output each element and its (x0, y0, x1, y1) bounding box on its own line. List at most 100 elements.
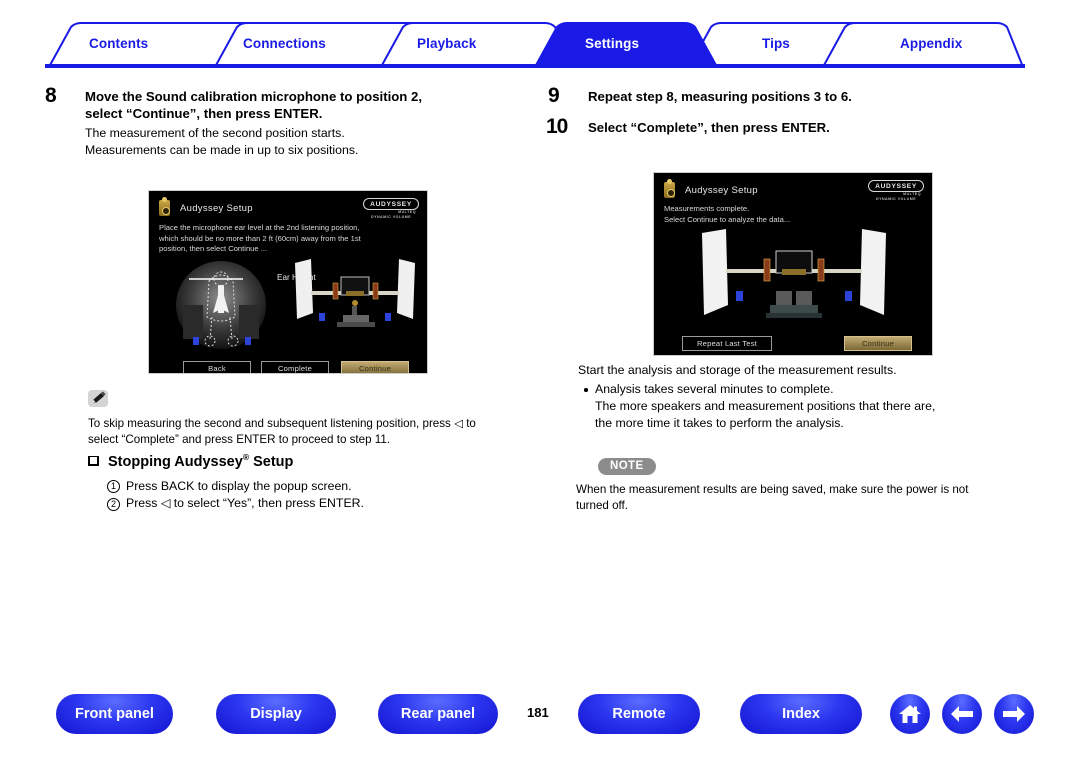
stopping-audyssey-heading-text: Stopping Audyssey® Setup (108, 452, 293, 470)
pencil-note-block: To skip measuring the second and subsequ… (88, 390, 476, 447)
list-item: 1 Press BACK to display the popup screen… (107, 478, 364, 496)
circled-number-2: 2 (107, 497, 120, 511)
osd1-message-line2: which should be no more than 2 ft (60cm)… (159, 233, 361, 243)
tab-connections[interactable]: Connections (243, 36, 326, 51)
step-9-number: 9 (548, 84, 560, 107)
osd2-title: Audyssey Setup (685, 184, 758, 196)
tab-bar-underline (45, 64, 1025, 68)
audyssey-logo-2-sub1: MULTEQ (903, 192, 921, 196)
footer-remote-button[interactable]: Remote (578, 694, 700, 734)
audyssey-logo-2: AUDYSSEY MULTEQ DYNAMIC VOLUME (868, 180, 924, 201)
footer-front-panel-button[interactable]: Front panel (56, 694, 173, 734)
stopping-audyssey-steps: 1 Press BACK to display the popup screen… (88, 478, 364, 513)
room-speaker-layout-diagram-2 (702, 229, 886, 318)
home-icon[interactable] (890, 694, 930, 734)
stopping-audyssey-heading-main: Stopping Audyssey (108, 453, 243, 470)
osd1-message-line3: position, then select Continue ... (159, 244, 268, 253)
osd1-header: Audyssey Setup (159, 197, 253, 216)
step-8-number: 8 (45, 84, 57, 107)
note-block: NOTE When the measurement results are be… (576, 456, 968, 513)
tab-playback[interactable]: Playback (417, 36, 476, 51)
audyssey-logo-2-sub2: DYNAMIC VOLUME (875, 196, 917, 201)
step-10-title: Select “Complete”, then press ENTER. (588, 120, 830, 135)
note-line1: When the measurement results are being s… (576, 483, 969, 496)
osd1-title: Audyssey Setup (180, 202, 253, 214)
osd1-message: Place the microphone ear level at the 2n… (159, 223, 361, 255)
left-content-column: 8 Move the Sound calibration microphone … (45, 84, 545, 165)
list-item: 2 Press ◁ to select “Yes”, then press EN… (107, 495, 364, 513)
tab-settings[interactable]: Settings (585, 36, 639, 51)
osd2-message-line1: Measurements complete. (664, 204, 750, 213)
tab-tips[interactable]: Tips (762, 36, 790, 51)
stopping-audyssey-section: Stopping Audyssey® Setup 1 Press BACK to… (88, 452, 364, 513)
audyssey-logo-1-sub1: MULTEQ (398, 210, 416, 214)
stopping-audyssey-heading-tail: Setup (249, 453, 294, 470)
stopping-step-2-text: Press ◁ to select “Yes”, then press ENTE… (126, 496, 364, 511)
osd1-message-line1: Place the microphone ear level at the 2n… (159, 223, 360, 232)
list-item: Analysis takes several minutes to comple… (584, 381, 936, 432)
page-number: 181 (527, 705, 549, 720)
right-content-column: 9 Repeat step 8, measuring positions 3 t… (546, 84, 1038, 142)
arrow-right-icon-glyph (1003, 706, 1025, 722)
circled-number-1: 1 (107, 480, 120, 494)
bullet-dot-icon (584, 388, 588, 392)
osd1-complete-button[interactable]: Complete (261, 361, 329, 373)
main-tab-bar[interactable]: Contents Connections Playback Settings T… (45, 22, 1025, 68)
pencil-icon (88, 390, 108, 407)
footer-navigation[interactable]: Front panel Display Rear panel 181 Remot… (0, 694, 1080, 738)
pencil-note-text: To skip measuring the second and subsequ… (88, 416, 476, 447)
step-10-number: 10 (546, 115, 568, 138)
step-9-title: Repeat step 8, measuring positions 3 to … (588, 89, 852, 104)
osd2-continue-button[interactable]: Continue (844, 336, 912, 351)
analysis-intro: Start the analysis and storage of the me… (578, 363, 897, 377)
arrow-left-icon-glyph (951, 706, 973, 722)
analysis-bullet-line3: the more time it takes to perform the an… (595, 416, 844, 430)
step-8-title-line2: select “Continue”, then press ENTER. (85, 106, 323, 121)
microphone-icon (664, 179, 675, 198)
arrow-left-icon[interactable] (942, 694, 982, 734)
microphone-icon (159, 197, 170, 216)
step-8-title: Move the Sound calibration microphone to… (85, 88, 545, 122)
audyssey-logo-1-sub2: DYNAMIC VOLUME (370, 214, 412, 219)
arrow-right-icon[interactable] (994, 694, 1034, 734)
step-9: 9 Repeat step 8, measuring positions 3 t… (548, 84, 1038, 107)
step-10: 10 Select “Complete”, then press ENTER. (546, 115, 1038, 138)
analysis-bullet-line2: The more speakers and measurement positi… (595, 399, 936, 413)
pencil-note-line2: select “Complete” and press ENTER to pro… (88, 432, 391, 446)
step-8-body-line2: Measurements can be made in up to six po… (85, 143, 359, 157)
square-bullet-icon (88, 455, 99, 466)
step-8-body-line1: The measurement of the second position s… (85, 126, 345, 140)
step-8: 8 Move the Sound calibration microphone … (45, 84, 545, 159)
tab-contents[interactable]: Contents (89, 36, 148, 51)
osd-screenshot-measurements-complete: Audyssey Setup AUDYSSEY MULTEQ DYNAMIC V… (653, 172, 933, 356)
footer-display-button[interactable]: Display (216, 694, 336, 734)
step-8-body: The measurement of the second position s… (85, 125, 545, 159)
stopping-step-1-text: Press BACK to display the popup screen. (126, 478, 352, 493)
osd2-repeat-last-test-button[interactable]: Repeat Last Test (682, 336, 772, 351)
osd1-continue-button[interactable]: Continue (341, 361, 409, 373)
analysis-description: Start the analysis and storage of the me… (578, 362, 935, 432)
stopping-audyssey-heading: Stopping Audyssey® Setup (88, 452, 364, 470)
step-8-title-line1: Move the Sound calibration microphone to… (85, 89, 423, 104)
room-speaker-layout-diagram-1 (295, 259, 415, 327)
tab-appendix[interactable]: Appendix (900, 36, 962, 51)
audyssey-logo-2-main: AUDYSSEY (868, 180, 924, 192)
audyssey-logo-1-main: AUDYSSEY (363, 198, 419, 210)
osd2-message: Measurements complete. Select Continue t… (664, 204, 790, 225)
note-line2: turned off. (576, 498, 628, 512)
footer-rear-panel-button[interactable]: Rear panel (378, 694, 498, 734)
audyssey-logo-1: AUDYSSEY MULTEQ DYNAMIC VOLUME (363, 198, 419, 219)
home-icon-glyph (899, 705, 921, 723)
pencil-note-line1: To skip measuring the second and subsequ… (88, 417, 476, 430)
analysis-bullets: Analysis takes several minutes to comple… (578, 381, 935, 432)
analysis-bullet-line1: Analysis takes several minutes to comple… (595, 382, 834, 396)
osd2-header: Audyssey Setup (664, 179, 758, 198)
osd2-message-line2: Select Continue to analyze the data... (664, 214, 791, 224)
note-text: When the measurement results are being s… (576, 482, 968, 513)
footer-index-button[interactable]: Index (740, 694, 862, 734)
osd1-back-button[interactable]: Back (183, 361, 251, 373)
osd-screenshot-position-2: Audyssey Setup AUDYSSEY MULTEQ DYNAMIC V… (148, 190, 428, 374)
listener-position-diagram (176, 261, 266, 349)
pencil-icon-glyph (92, 391, 106, 403)
tab-bar-shapes (47, 22, 1025, 68)
